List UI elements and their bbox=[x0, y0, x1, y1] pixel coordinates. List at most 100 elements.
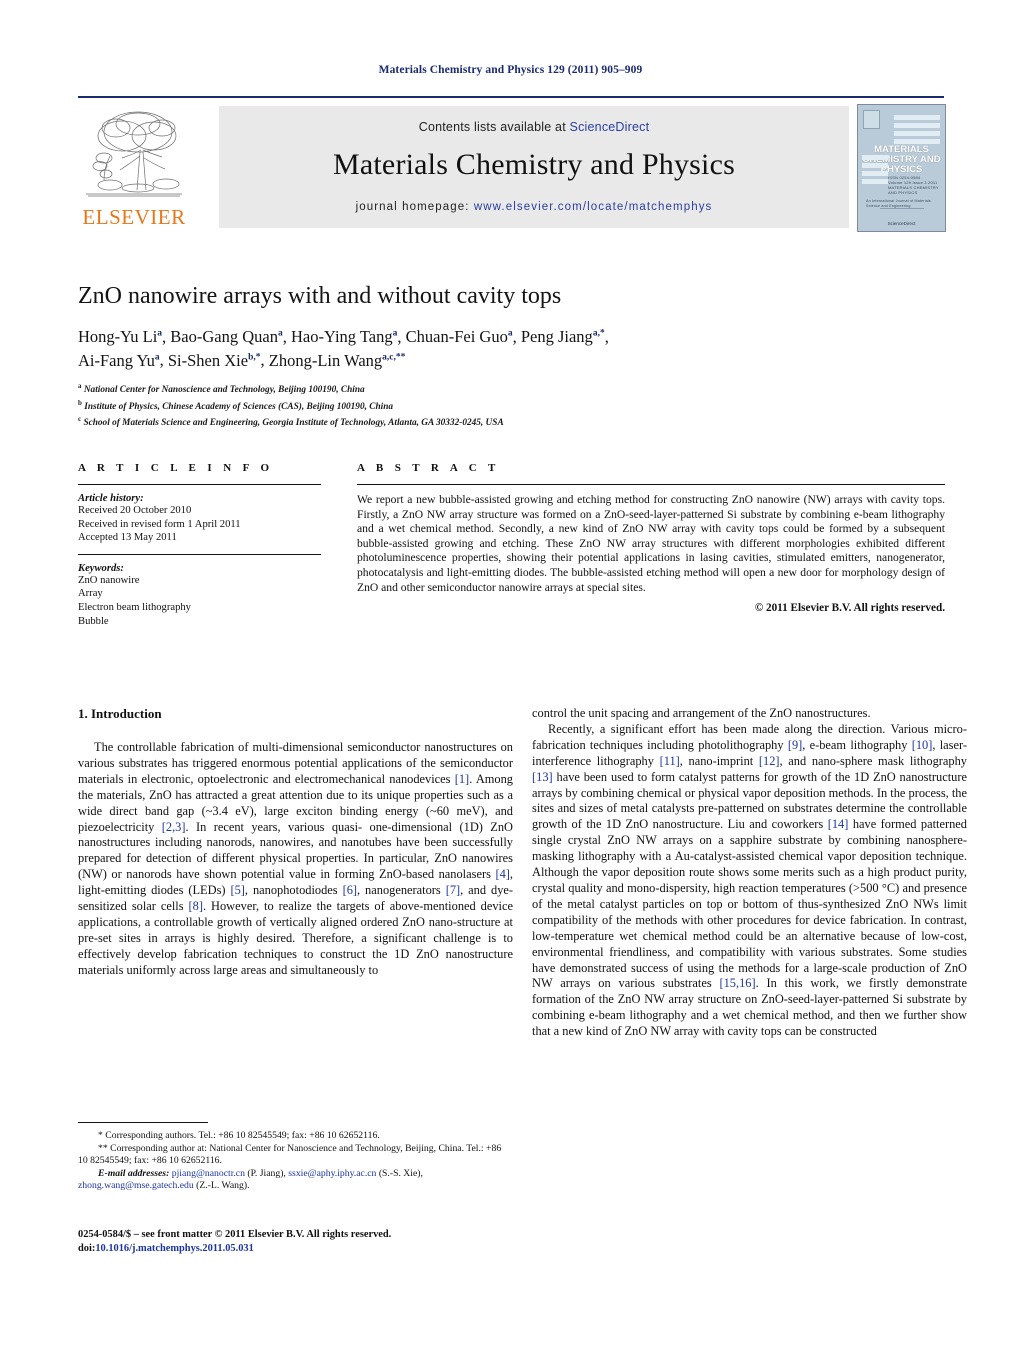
citation-ref[interactable]: [11] bbox=[660, 754, 680, 768]
author-entry[interactable]: Si-Shen Xieb,* bbox=[168, 351, 261, 370]
cover-subline-4: AND PHYSICS bbox=[888, 190, 918, 195]
keywords-group: Keywords: ZnO nanowire Array Electron be… bbox=[78, 553, 321, 628]
cover-decor-bar bbox=[894, 115, 940, 120]
abstract-rule bbox=[357, 484, 945, 485]
email-owner-3: (Z.-L. Wang). bbox=[193, 1180, 250, 1192]
masthead-grey-band: Contents lists available at ScienceDirec… bbox=[219, 106, 849, 228]
doi-link[interactable]: 10.1016/j.matchemphys.2011.05.031 bbox=[95, 1243, 253, 1254]
author-entry[interactable]: Chuan-Fei Guoa bbox=[406, 327, 513, 346]
abstract-copyright: © 2011 Elsevier B.V. All rights reserved… bbox=[754, 602, 945, 615]
author-affiliation-mark: b,* bbox=[248, 352, 261, 363]
affiliation-mark: b bbox=[78, 398, 82, 407]
doi-line: doi:10.1016/j.matchemphys.2011.05.031 bbox=[78, 1242, 528, 1256]
citation-ref[interactable]: [2,3] bbox=[162, 820, 186, 834]
affiliation-mark: c bbox=[78, 415, 82, 424]
keyword-item: Electron beam lithography bbox=[78, 601, 191, 613]
cover-caption: An International Journal of Materials Sc… bbox=[866, 199, 931, 208]
citation-ref[interactable]: [9] bbox=[788, 738, 802, 752]
author-name: Zhong-Lin Wang bbox=[268, 350, 383, 370]
page-title: ZnO nanowire arrays with and without cav… bbox=[78, 283, 562, 309]
author-entry[interactable]: Hong-Yu Lia bbox=[78, 327, 162, 346]
author-name: Bao-Gang Quan bbox=[170, 327, 278, 347]
citation-ref[interactable]: [5] bbox=[230, 883, 244, 897]
affiliation-item: b Institute of Physics, Chinese Academy … bbox=[78, 397, 958, 414]
paragraph-text: , and nano-sphere mask lithography bbox=[779, 753, 967, 768]
cover-decor-bar bbox=[862, 155, 888, 160]
author-list: Hong-Yu Lia, Bao-Gang Quana, Hao-Ying Ta… bbox=[78, 324, 958, 371]
affiliation-item: a National Center for Nanoscience and Te… bbox=[78, 380, 958, 397]
cover-footer-mark: ScienceDirect bbox=[887, 220, 916, 226]
author-separator: , bbox=[604, 327, 609, 347]
author-name: Hao-Ying Tang bbox=[290, 327, 393, 347]
footnote-rule bbox=[78, 1122, 208, 1123]
affiliation-list: a National Center for Nanoscience and Te… bbox=[78, 380, 958, 430]
title-block: ZnO nanowire arrays with and without cav… bbox=[78, 283, 958, 430]
email-link-3[interactable]: zhong.wang@mse.gatech.edu bbox=[78, 1180, 194, 1191]
author-affiliation-mark: a,* bbox=[592, 328, 605, 339]
affiliation-item: c School of Materials Science and Engine… bbox=[78, 413, 958, 430]
footnote-block: * Corresponding authors. Tel.: +86 10 82… bbox=[78, 1122, 513, 1193]
article-history-item: Accepted 13 May 2011 bbox=[78, 532, 177, 544]
journal-homepage-link[interactable]: www.elsevier.com/locate/matchemphys bbox=[474, 201, 713, 213]
cover-elsevier-mark-icon bbox=[863, 110, 880, 129]
paragraph-text: , nano-imprint bbox=[679, 753, 759, 768]
author-name: Chuan-Fei Guo bbox=[405, 327, 508, 347]
citation-ref[interactable]: [1] bbox=[455, 772, 469, 786]
paragraph-text: The controllable fabrication of multi-di… bbox=[78, 740, 513, 786]
email-link-2[interactable]: ssxie@aphy.iphy.ac.cn bbox=[288, 1168, 376, 1179]
email-owner-1: (P. Jiang), bbox=[244, 1167, 289, 1179]
elsevier-tree-icon bbox=[80, 106, 188, 202]
abstract-text: We report a new bubble-assisted growing … bbox=[357, 493, 945, 594]
article-info-heading: A R T I C L E I N F O bbox=[78, 462, 274, 474]
body-column-left: 1. Introduction The controllable fabrica… bbox=[78, 706, 513, 979]
author-affiliation-mark: a,c,** bbox=[382, 352, 406, 363]
citation-ref[interactable]: [6] bbox=[343, 883, 357, 897]
author-entry[interactable]: Peng Jianga,* bbox=[521, 327, 605, 346]
author-entry[interactable]: Hao-Ying Tanga bbox=[291, 327, 397, 346]
author-separator: , bbox=[397, 327, 406, 347]
article-info-section: A R T I C L E I N F O Article history: R… bbox=[78, 462, 321, 628]
keyword-item: ZnO nanowire bbox=[78, 574, 140, 586]
footer-block: 0254-0584/$ – see front matter © 2011 El… bbox=[78, 1228, 528, 1256]
homepage-prefix-text: journal homepage: bbox=[355, 201, 474, 213]
author-entry[interactable]: Ai-Fang Yua bbox=[78, 351, 160, 370]
paper-page: Materials Chemistry and Physics 129 (201… bbox=[0, 0, 1021, 1351]
body-paragraph-continued: control the unit spacing and arrangement… bbox=[532, 706, 871, 720]
email-addresses-label: E-mail addresses: bbox=[98, 1167, 170, 1179]
body-column-right: control the unit spacing and arrangement… bbox=[532, 706, 967, 1040]
citation-ref[interactable]: [14] bbox=[828, 817, 849, 831]
sciencedirect-link[interactable]: ScienceDirect bbox=[570, 120, 650, 134]
footnote-email-addresses: E-mail addresses: pjiang@nanoctr.cn (P. … bbox=[78, 1168, 513, 1193]
email-link-1[interactable]: pjiang@nanoctr.cn bbox=[172, 1168, 245, 1179]
author-name: Hong-Yu Li bbox=[78, 327, 158, 347]
article-history-label: Article history: bbox=[78, 493, 144, 504]
citation-ref[interactable]: [8] bbox=[189, 899, 203, 913]
elsevier-wordmark: ELSEVIER bbox=[82, 205, 186, 229]
citation-ref[interactable]: [7] bbox=[446, 883, 460, 897]
affiliation-text: Institute of Physics, Chinese Academy of… bbox=[84, 401, 394, 412]
author-separator: , bbox=[282, 327, 291, 347]
author-separator: , bbox=[159, 350, 168, 370]
citation-ref[interactable]: [13] bbox=[532, 770, 553, 784]
contents-prefix-text: Contents lists available at bbox=[418, 120, 570, 134]
affiliation-text: School of Materials Science and Engineer… bbox=[83, 418, 504, 429]
citation-ref[interactable]: [4] bbox=[495, 867, 509, 881]
author-entry[interactable]: Zhong-Lin Wanga,c,** bbox=[269, 351, 406, 370]
keyword-item: Array bbox=[78, 588, 103, 600]
keywords-label: Keywords: bbox=[78, 562, 124, 574]
journal-cover-thumbnail: MATERIALS CHEMISTRY AND PHYSICS ISSN 025… bbox=[857, 104, 946, 232]
author-separator: , bbox=[260, 350, 269, 370]
paragraph-text: , nanogenerators bbox=[357, 883, 446, 898]
elsevier-logo: ELSEVIER bbox=[78, 106, 190, 228]
citation-ref[interactable]: [10] bbox=[912, 738, 933, 752]
citation-ref[interactable]: [12] bbox=[759, 754, 780, 768]
journal-title: Materials Chemistry and Physics bbox=[333, 148, 735, 181]
paragraph-text: , e-beam lithography bbox=[802, 737, 912, 752]
cover-decor-bar bbox=[862, 171, 888, 176]
author-name: Ai-Fang Yu bbox=[78, 350, 155, 370]
issn-front-matter-line: 0254-0584/$ – see front matter © 2011 El… bbox=[78, 1229, 392, 1240]
author-entry[interactable]: Bao-Gang Quana bbox=[170, 327, 282, 346]
citation-ref[interactable]: [15,16] bbox=[719, 976, 755, 990]
paragraph-text: have formed patterned single crystal ZnO… bbox=[532, 817, 967, 991]
footnote-corresponding-authors: * Corresponding authors. Tel.: +86 10 82… bbox=[98, 1130, 380, 1141]
